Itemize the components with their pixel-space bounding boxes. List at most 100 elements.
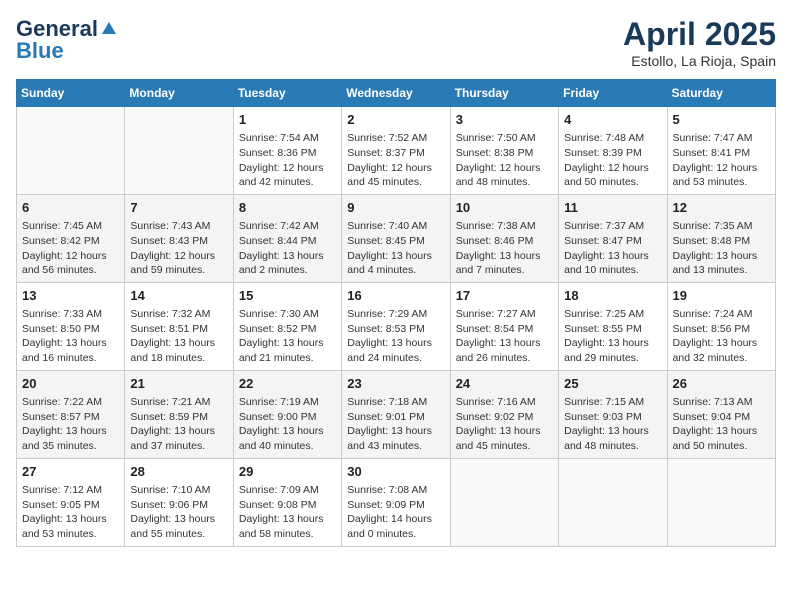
weekday-header: Wednesday <box>342 80 450 107</box>
calendar-cell: 7Sunrise: 7:43 AM Sunset: 8:43 PM Daylig… <box>125 194 233 282</box>
day-info: Sunrise: 7:38 AM Sunset: 8:46 PM Dayligh… <box>456 219 553 278</box>
day-info: Sunrise: 7:33 AM Sunset: 8:50 PM Dayligh… <box>22 307 119 366</box>
calendar-cell: 6 Sunrise: 7:45 AM Sunset: 8:42 PM Daylig… <box>17 194 125 282</box>
calendar-cell: 27 Sunrise: 7:12 AM Sunset: 9:05 PM Dayli… <box>17 458 125 546</box>
month-title: April 2025 <box>623 16 776 53</box>
day-info: Sunrise: 7:29 AM Sunset: 8:53 PM Dayligh… <box>347 307 444 366</box>
day-info: Sunrise: 7:50 AM Sunset: 8:38 PM Dayligh… <box>456 131 553 190</box>
day-number: 1 <box>239 111 336 129</box>
day-info: Sunrise: 7:45 AM Sunset: 8:42 PM Dayligh… <box>22 219 119 278</box>
calendar-week-row: 27 Sunrise: 7:12 AM Sunset: 9:05 PM Dayli… <box>17 458 776 546</box>
day-number: 30 <box>347 463 444 481</box>
day-info: Sunrise: 7:25 AM Sunset: 8:55 PM Dayligh… <box>564 307 661 366</box>
day-info: Sunrise: 7:09 AM Sunset: 9:08 PM Dayligh… <box>239 483 336 542</box>
weekday-header: Tuesday <box>233 80 341 107</box>
day-info: Sunrise: 7:19 AM Sunset: 9:00 PM Dayligh… <box>239 395 336 454</box>
calendar-cell: 29 Sunrise: 7:09 AM Sunset: 9:08 PM Dayli… <box>233 458 341 546</box>
day-info: Sunrise: 7:21 AM Sunset: 8:59 PM Dayligh… <box>130 395 227 454</box>
calendar-cell: 5 Sunrise: 7:47 AM Sunset: 8:41 PM Daylig… <box>667 107 775 195</box>
calendar-cell: 11 Sunrise: 7:37 AM Sunset: 8:47 PM Dayli… <box>559 194 667 282</box>
day-info: Sunrise: 7:13 AM Sunset: 9:04 PM Dayligh… <box>673 395 770 454</box>
calendar-cell: 12 Sunrise: 7:35 AM Sunset: 8:48 PM Dayli… <box>667 194 775 282</box>
day-info: Sunrise: 7:30 AM Sunset: 8:52 PM Dayligh… <box>239 307 336 366</box>
calendar-cell: 1 Sunrise: 7:54 AM Sunset: 8:36 PM Daylig… <box>233 107 341 195</box>
day-number: 24 <box>456 375 553 393</box>
calendar-week-row: 1 Sunrise: 7:54 AM Sunset: 8:36 PM Daylig… <box>17 107 776 195</box>
day-info: Sunrise: 7:54 AM Sunset: 8:36 PM Dayligh… <box>239 131 336 190</box>
day-number: 29 <box>239 463 336 481</box>
calendar-cell: 17Sunrise: 7:27 AM Sunset: 8:54 PM Dayli… <box>450 282 558 370</box>
day-info: Sunrise: 7:52 AM Sunset: 8:37 PM Dayligh… <box>347 131 444 190</box>
day-info: Sunrise: 7:16 AM Sunset: 9:02 PM Dayligh… <box>456 395 553 454</box>
calendar-cell: 28 Sunrise: 7:10 AM Sunset: 9:06 PM Dayli… <box>125 458 233 546</box>
day-info: Sunrise: 7:24 AM Sunset: 8:56 PM Dayligh… <box>673 307 770 366</box>
day-number: 27 <box>22 463 119 481</box>
calendar-cell: 23 Sunrise: 7:18 AM Sunset: 9:01 PM Dayli… <box>342 370 450 458</box>
calendar-cell: 10 Sunrise: 7:38 AM Sunset: 8:46 PM Dayli… <box>450 194 558 282</box>
day-number: 5 <box>673 111 770 129</box>
calendar-week-row: 13 Sunrise: 7:33 AM Sunset: 8:50 PM Dayli… <box>17 282 776 370</box>
title-block: April 2025 Estollo, La Rioja, Spain <box>623 16 776 69</box>
calendar-cell: 20Sunrise: 7:22 AM Sunset: 8:57 PM Dayli… <box>17 370 125 458</box>
calendar-week-row: 6 Sunrise: 7:45 AM Sunset: 8:42 PM Daylig… <box>17 194 776 282</box>
day-number: 20 <box>22 375 119 393</box>
day-number: 10 <box>456 199 553 217</box>
day-number: 15 <box>239 287 336 305</box>
day-number: 3 <box>456 111 553 129</box>
weekday-header: Monday <box>125 80 233 107</box>
day-info: Sunrise: 7:37 AM Sunset: 8:47 PM Dayligh… <box>564 219 661 278</box>
calendar-cell: 4 Sunrise: 7:48 AM Sunset: 8:39 PM Daylig… <box>559 107 667 195</box>
day-number: 26 <box>673 375 770 393</box>
day-info: Sunrise: 7:08 AM Sunset: 9:09 PM Dayligh… <box>347 483 444 542</box>
day-number: 23 <box>347 375 444 393</box>
calendar-cell: 25 Sunrise: 7:15 AM Sunset: 9:03 PM Dayli… <box>559 370 667 458</box>
calendar-cell <box>559 458 667 546</box>
day-number: 17 <box>456 287 553 305</box>
day-info: Sunrise: 7:32 AM Sunset: 8:51 PM Dayligh… <box>130 307 227 366</box>
day-number: 14 <box>130 287 227 305</box>
day-number: 2 <box>347 111 444 129</box>
day-number: 16 <box>347 287 444 305</box>
weekday-header: Saturday <box>667 80 775 107</box>
calendar-cell <box>125 107 233 195</box>
calendar-cell: 9 Sunrise: 7:40 AM Sunset: 8:45 PM Daylig… <box>342 194 450 282</box>
calendar-cell: 24 Sunrise: 7:16 AM Sunset: 9:02 PM Dayli… <box>450 370 558 458</box>
day-info: Sunrise: 7:43 AM Sunset: 8:43 PM Dayligh… <box>130 219 227 278</box>
calendar-cell <box>667 458 775 546</box>
day-number: 21 <box>130 375 227 393</box>
logo-icon <box>100 20 118 38</box>
day-info: Sunrise: 7:10 AM Sunset: 9:06 PM Dayligh… <box>130 483 227 542</box>
day-info: Sunrise: 7:15 AM Sunset: 9:03 PM Dayligh… <box>564 395 661 454</box>
logo-blue-text: Blue <box>16 38 64 64</box>
day-info: Sunrise: 7:35 AM Sunset: 8:48 PM Dayligh… <box>673 219 770 278</box>
day-info: Sunrise: 7:42 AM Sunset: 8:44 PM Dayligh… <box>239 219 336 278</box>
day-number: 12 <box>673 199 770 217</box>
calendar-cell: 26 Sunrise: 7:13 AM Sunset: 9:04 PM Dayli… <box>667 370 775 458</box>
calendar-cell: 16 Sunrise: 7:29 AM Sunset: 8:53 PM Dayli… <box>342 282 450 370</box>
calendar-header-row: SundayMondayTuesdayWednesdayThursdayFrid… <box>17 80 776 107</box>
calendar-cell: 14 Sunrise: 7:32 AM Sunset: 8:51 PM Dayli… <box>125 282 233 370</box>
day-number: 4 <box>564 111 661 129</box>
day-info: Sunrise: 7:48 AM Sunset: 8:39 PM Dayligh… <box>564 131 661 190</box>
location: Estollo, La Rioja, Spain <box>623 53 776 69</box>
calendar-cell: 2 Sunrise: 7:52 AM Sunset: 8:37 PM Daylig… <box>342 107 450 195</box>
day-number: 28 <box>130 463 227 481</box>
day-info: Sunrise: 7:12 AM Sunset: 9:05 PM Dayligh… <box>22 483 119 542</box>
day-number: 8 <box>239 199 336 217</box>
day-number: 13 <box>22 287 119 305</box>
calendar-cell <box>450 458 558 546</box>
day-number: 18 <box>564 287 661 305</box>
day-number: 25 <box>564 375 661 393</box>
calendar-cell: 15 Sunrise: 7:30 AM Sunset: 8:52 PM Dayli… <box>233 282 341 370</box>
day-info: Sunrise: 7:40 AM Sunset: 8:45 PM Dayligh… <box>347 219 444 278</box>
day-number: 6 <box>22 199 119 217</box>
calendar-cell <box>17 107 125 195</box>
day-number: 9 <box>347 199 444 217</box>
calendar-cell: 3 Sunrise: 7:50 AM Sunset: 8:38 PM Daylig… <box>450 107 558 195</box>
calendar-cell: 19Sunrise: 7:24 AM Sunset: 8:56 PM Dayli… <box>667 282 775 370</box>
weekday-header: Friday <box>559 80 667 107</box>
day-info: Sunrise: 7:18 AM Sunset: 9:01 PM Dayligh… <box>347 395 444 454</box>
day-number: 11 <box>564 199 661 217</box>
day-info: Sunrise: 7:47 AM Sunset: 8:41 PM Dayligh… <box>673 131 770 190</box>
weekday-header: Thursday <box>450 80 558 107</box>
